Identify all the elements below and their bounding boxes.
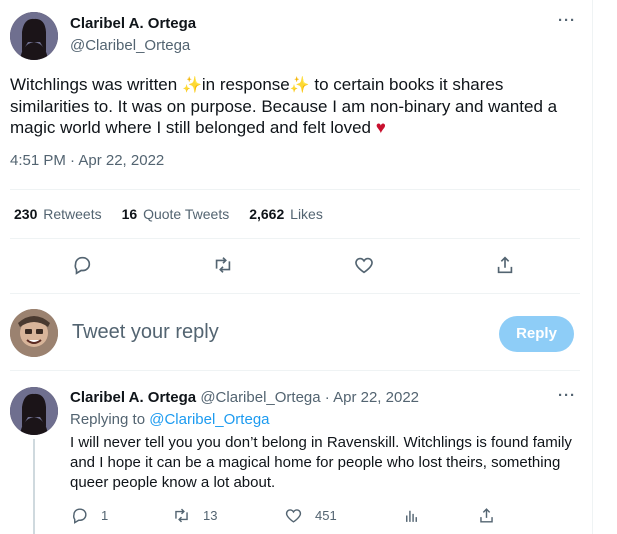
share-icon: [480, 507, 493, 523]
reply-icon[interactable]: [71, 254, 95, 278]
author-handle[interactable]: @Claribel_Ortega: [70, 37, 190, 54]
divider: [10, 370, 580, 371]
replying-to: Replying to @Claribel_Ortega: [70, 411, 270, 428]
column-border: [592, 0, 593, 534]
retweet-count: 13: [203, 507, 218, 523]
reply-action[interactable]: 1: [70, 505, 108, 525]
replying-to-handle[interactable]: @Claribel_Ortega: [149, 411, 269, 428]
like-icon: [285, 508, 302, 523]
tweet-timestamp[interactable]: 4:51 PM · Apr 22, 2022: [10, 152, 164, 169]
retweet-action[interactable]: 13: [172, 505, 217, 525]
retweets-count: 230: [14, 206, 38, 222]
heart-icon: ♥: [375, 118, 386, 137]
reply-author-meta[interactable]: @Claribel_Ortega · Apr 22, 2022: [200, 389, 419, 406]
likes-stat[interactable]: 2,662 Likes: [249, 206, 323, 222]
sparkle-icon: ✨: [289, 77, 310, 94]
tweet-actions: [0, 254, 592, 278]
avatar-image: [10, 12, 58, 60]
retweet-icon[interactable]: [212, 254, 236, 278]
avatar-image: [10, 387, 58, 435]
tweet-text: Witchlings was written ✨in response✨ to …: [10, 74, 585, 138]
reply-icon: [73, 507, 87, 524]
reply-author-name[interactable]: Claribel A. Ortega: [70, 389, 196, 406]
avatar[interactable]: [10, 12, 58, 60]
avatar[interactable]: [10, 309, 58, 357]
divider: [10, 238, 580, 239]
analytics-action[interactable]: [402, 505, 421, 525]
tweet-text-part: in response: [201, 75, 290, 94]
analytics-icon: [406, 510, 417, 522]
author-name[interactable]: Claribel A. Ortega: [70, 15, 196, 32]
more-options-icon[interactable]: ···: [554, 13, 580, 34]
divider: [10, 189, 580, 190]
reply-button[interactable]: Reply: [499, 316, 574, 352]
sparkle-icon: ✨: [181, 77, 202, 94]
share-action[interactable]: [477, 505, 496, 525]
avatar-image: [10, 309, 58, 357]
tweet-stats: 230 Retweets 16 Quote Tweets 2,662 Likes: [14, 206, 343, 222]
replying-to-prefix: Replying to: [70, 411, 150, 428]
reply-input[interactable]: Tweet your reply: [72, 321, 219, 344]
avatar[interactable]: [10, 387, 58, 435]
reply-count: 1: [101, 507, 109, 523]
like-action[interactable]: 451: [284, 505, 337, 525]
share-icon[interactable]: [494, 254, 518, 278]
retweets-stat[interactable]: 230 Retweets: [14, 206, 102, 222]
reply-text: I will never tell you you don’t belong i…: [70, 434, 572, 491]
more-options-icon[interactable]: ···: [554, 388, 580, 409]
like-icon[interactable]: [353, 254, 377, 278]
reply-header: Claribel A. Ortega @Claribel_Ortega · Ap…: [70, 389, 419, 406]
like-count: 451: [315, 507, 337, 523]
likes-label: Likes: [290, 206, 323, 222]
reply-actions: 1 13 451: [0, 505, 592, 527]
retweet-icon: [175, 508, 188, 522]
quotes-label: Quote Tweets: [143, 206, 230, 222]
retweets-label: Retweets: [43, 206, 102, 222]
tweet-text-part: Witchlings was written: [10, 75, 182, 94]
quote-tweets-stat[interactable]: 16 Quote Tweets: [122, 206, 230, 222]
divider: [10, 293, 580, 294]
tweet-header: Claribel A. Ortega @Claribel_Ortega ···: [10, 10, 580, 62]
likes-count: 2,662: [249, 206, 285, 222]
quotes-count: 16: [121, 206, 138, 222]
